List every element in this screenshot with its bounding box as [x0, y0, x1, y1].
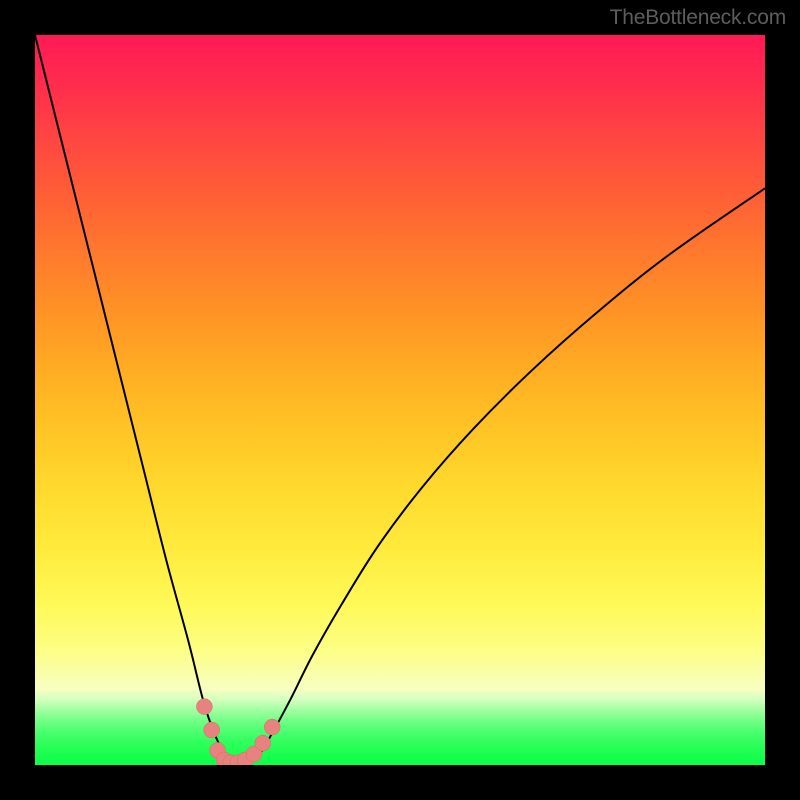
curve-marker	[196, 699, 212, 715]
bottleneck-curve	[35, 35, 765, 764]
curve-markers	[196, 699, 280, 765]
chart-plot-area	[35, 35, 765, 765]
curve-marker	[255, 735, 271, 751]
chart-svg	[35, 35, 765, 765]
curve-marker	[264, 719, 280, 735]
attribution-text: TheBottleneck.com	[610, 6, 786, 30]
curve-marker	[204, 722, 220, 738]
